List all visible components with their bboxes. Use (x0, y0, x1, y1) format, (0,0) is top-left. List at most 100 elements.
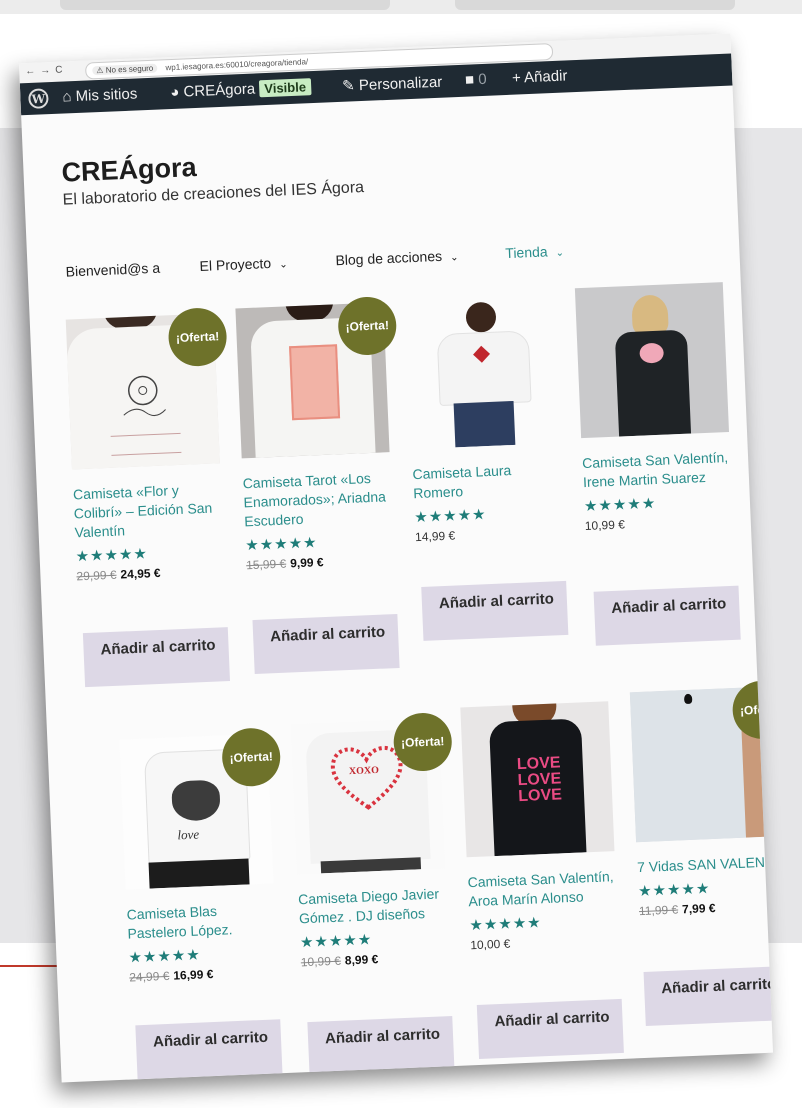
pants-shape (148, 858, 250, 889)
rating-stars: ★★★★★ (583, 495, 657, 516)
svg-text:W: W (30, 92, 46, 107)
product-image[interactable] (574, 282, 730, 439)
product-card: ¡Oferta! 7 Vidas SAN VALENTIN ★★★★★ 11,9… (629, 679, 774, 918)
product-title[interactable]: Camiseta San Valentín, Irene Martin Suar… (582, 448, 735, 492)
product-card: Camiseta San Valentín, Irene Martin Suar… (574, 282, 737, 533)
product-card: ¡Oferta! Camiseta Tarot «Los Enamorados»… (235, 295, 398, 572)
product-card: ¡Oferta! Camiseta «Flor y Colibrí» – Edi… (65, 306, 229, 584)
product-title[interactable]: Camiseta «Flor y Colibrí» – Edición San … (73, 479, 227, 542)
visible-badge: Visible (258, 78, 312, 98)
product-title[interactable]: 7 Vidas SAN VALENTIN (637, 852, 773, 877)
product-price: 14,99 € (414, 524, 567, 545)
xoxo-text: XOXO (348, 764, 380, 778)
add-to-cart-button[interactable]: Añadir al carrito (643, 965, 774, 1026)
add-to-cart-button[interactable]: Añadir al carrito (82, 627, 231, 688)
admin-site-name[interactable]: ◕ CREÁgora Visible (170, 78, 312, 101)
flower-hummingbird-icon (123, 375, 166, 417)
site-name-label: CREÁgora (183, 80, 256, 101)
browser-nav-icons[interactable]: ←→C (25, 64, 68, 77)
background-shape (455, 0, 735, 10)
chevron-down-icon: ⌄ (555, 247, 565, 260)
browser-window: ←→C ⚠ No es seguro wp1.iesagora.es:60010… (18, 33, 774, 1083)
sale-price: 9,99 € (289, 555, 324, 571)
wordpress-icon[interactable]: W (28, 88, 49, 113)
product-card: Camiseta Laura Romero ★★★★★ 14,99 € (405, 293, 567, 544)
rating-stars: ★★★★★ (245, 534, 318, 555)
sale-price: 24,95 € (120, 565, 161, 582)
rating-stars: ★★★★★ (637, 880, 711, 901)
rating-stars: ★★★★★ (469, 914, 543, 935)
old-price: 29,99 € (76, 567, 117, 584)
decoration-lines (110, 432, 182, 456)
admin-my-sites[interactable]: ⌂ Mis sitios (62, 85, 138, 105)
rating-stars: ★★★★★ (75, 545, 149, 566)
nav-item-label: Tienda (504, 243, 548, 262)
jeans-shape (453, 400, 516, 448)
head-shape (465, 301, 497, 333)
price: 10,99 € (584, 517, 626, 534)
love-stack-graphic: LOVE LOVE LOVE (510, 754, 568, 806)
background-red-line (0, 965, 65, 967)
product-image[interactable]: LOVE LOVE LOVE (460, 701, 615, 858)
comments-count: 0 (477, 70, 487, 89)
rating-stars: ★★★★★ (299, 931, 373, 952)
plus-icon: + (511, 69, 522, 87)
add-to-cart-button[interactable]: Añadir al carrito (421, 580, 569, 641)
rating-stars: ★★★★★ (413, 506, 487, 527)
product-title[interactable]: Camiseta Laura Romero (412, 459, 565, 503)
site-title[interactable]: CREÁgora (61, 152, 197, 189)
old-price: 15,99 € (245, 556, 287, 573)
old-price: 10,99 € (300, 953, 342, 970)
security-indicator[interactable]: ⚠ No es seguro (92, 63, 158, 76)
product-price: 10,99 € (585, 513, 737, 533)
add-to-cart-button[interactable]: Añadir al carrito (135, 1019, 283, 1080)
product-card: love ¡Oferta! Camiseta Blas Pastelero Ló… (119, 727, 282, 985)
sale-price: 16,99 € (173, 967, 214, 983)
home-icon: ⌂ (62, 88, 72, 106)
comment-icon: ■ (464, 71, 475, 89)
cat-icon (683, 693, 693, 705)
nav-item-label: El Proyecto (199, 254, 272, 274)
admin-comments[interactable]: ■ 0 (465, 71, 487, 89)
product-card: XOXO ¡Oferta! Camiseta Diego Javier Góme… (290, 711, 453, 969)
product-image[interactable] (405, 293, 560, 450)
nav-item-label: Bienvenid@s a (65, 259, 161, 280)
price: 14,99 € (414, 528, 456, 545)
product-title[interactable]: Camiseta Diego Javier Gómez . DJ diseños (298, 884, 451, 928)
admin-add-new[interactable]: + Añadir (512, 67, 568, 86)
add-to-cart-button[interactable]: Añadir al carrito (252, 613, 400, 675)
product-title[interactable]: Camiseta Blas Pastelero López. (126, 899, 279, 943)
nav-item-proyecto[interactable]: El Proyecto ⌄ (199, 254, 288, 274)
product-price: 29,99 €24,95 € (76, 563, 228, 584)
sale-price: 8,99 € (344, 952, 379, 968)
security-label: No es seguro (105, 63, 154, 75)
product-title[interactable]: Camiseta San Valentín, Aroa Marín Alonso (467, 867, 620, 911)
add-new-label: Añadir (523, 67, 568, 87)
old-price: 24,99 € (129, 968, 170, 985)
love-line: LOVE (517, 786, 563, 806)
product-price: 10,00 € (469, 932, 622, 953)
add-to-cart-button[interactable]: Añadir al carrito (593, 585, 741, 646)
love-word: love (177, 826, 200, 843)
product-price: 15,99 €9,99 € (246, 552, 398, 572)
shirt-shape (436, 330, 532, 407)
background-shape (60, 0, 390, 10)
customize-label: Personalizar (358, 73, 443, 95)
nav-item-blog[interactable]: Blog de acciones ⌄ (335, 247, 459, 268)
product-price: 10,99 €8,99 € (301, 949, 453, 969)
price: 10,00 € (469, 936, 511, 953)
product-price: 11,99 €7,99 € (639, 898, 773, 918)
product-price: 24,99 €16,99 € (129, 964, 281, 985)
add-to-cart-button[interactable]: Añadir al carrito (476, 998, 624, 1059)
nav-item-bienvenidos[interactable]: Bienvenid@s a (65, 260, 160, 280)
nav-item-tienda[interactable]: Tienda ⌄ (505, 243, 564, 261)
brush-icon: ✎ (341, 77, 356, 95)
product-card: LOVE LOVE LOVE Camiseta San Valentín, Ar… (460, 701, 622, 952)
sale-price: 7,99 € (681, 900, 716, 917)
product-title[interactable]: Camiseta Tarot «Los Enamorados»; Ariadna… (242, 468, 396, 531)
nav-item-label: Blog de acciones (335, 247, 443, 269)
background-top-strip (0, 0, 802, 14)
url-text: wp1.iesagora.es:60010/creagora/tienda/ (165, 57, 309, 73)
add-to-cart-button[interactable]: Añadir al carrito (307, 1016, 455, 1077)
admin-customize[interactable]: ✎ Personalizar (342, 73, 443, 95)
